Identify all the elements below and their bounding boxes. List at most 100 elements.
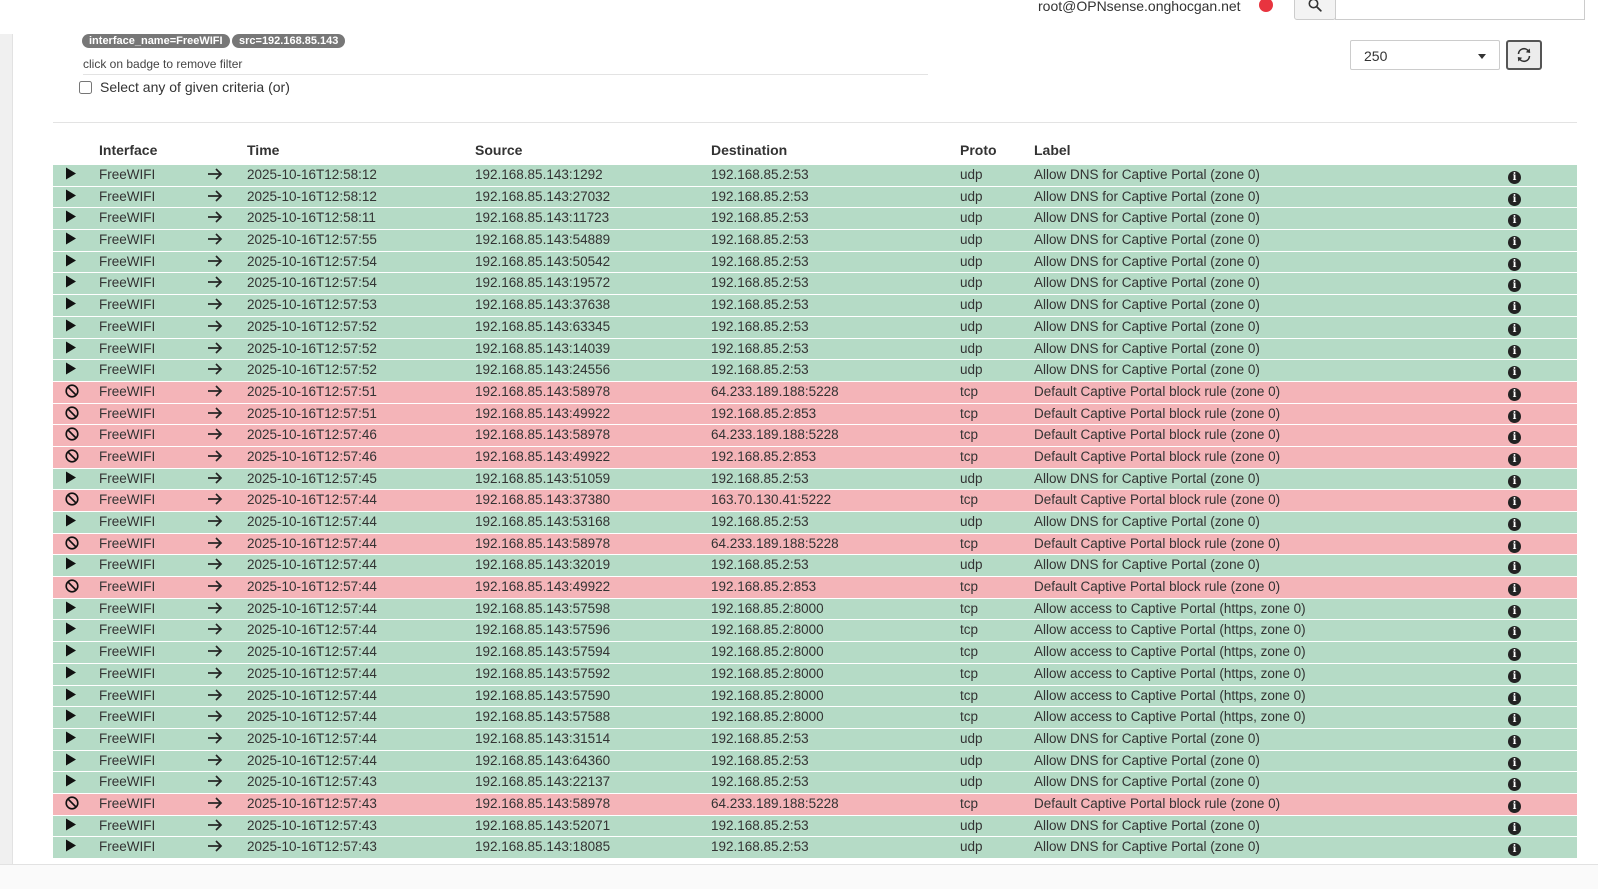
table-row[interactable]: FreeWIFI 2025-10-16T12:57:43 192.168.85.14…: [53, 836, 1577, 858]
cell-proto: udp: [960, 167, 983, 182]
cell-time: 2025-10-16T12:57:43: [247, 817, 377, 833]
table-row[interactable]: FreeWIFI 2025-10-16T12:57:44 192.168.85.14…: [53, 619, 1577, 642]
cell-source: 192.168.85.143:57594: [475, 644, 611, 660]
cell-source: 192.168.85.143:27032: [475, 188, 611, 204]
arrow-right-icon: [207, 406, 223, 423]
arrow-right-icon: [207, 449, 223, 466]
cell-proto: udp: [960, 514, 983, 529]
table-row[interactable]: FreeWIFI 2025-10-16T12:57:44 192.168.85.14…: [53, 684, 1577, 707]
table-row[interactable]: FreeWIFI 2025-10-16T12:57:44 192.168.85.14…: [53, 554, 1577, 577]
cell-destination: 192.168.85.2:8000: [711, 687, 824, 703]
cell-source: 192.168.85.143:37638: [475, 297, 611, 313]
column-header-time[interactable]: Time: [247, 142, 279, 158]
cell-time: 2025-10-16T12:58:12: [247, 188, 377, 204]
cell-time: 2025-10-16T12:57:44: [247, 709, 377, 725]
cell-time: 2025-10-16T12:57:54: [247, 253, 377, 269]
log-table: Interface Time Source Destination Proto …: [53, 138, 1577, 858]
cell-label: Allow DNS for Captive Portal (zone 0): [1034, 839, 1260, 855]
cell-time: 2025-10-16T12:57:44: [247, 492, 377, 508]
filter-badge-interface[interactable]: interface_name=FreeWIFI: [82, 34, 230, 48]
sidebar-edge: [0, 34, 13, 864]
cell-interface: FreeWIFI: [99, 210, 156, 226]
table-row[interactable]: FreeWIFI 2025-10-16T12:57:52 192.168.85.14…: [53, 359, 1577, 381]
arrow-right-icon: [207, 189, 223, 206]
table-row[interactable]: FreeWIFI 2025-10-16T12:57:52 192.168.85.14…: [53, 315, 1577, 338]
table-row[interactable]: FreeWIFI 2025-10-16T12:57:43 192.168.85.14…: [53, 792, 1577, 815]
cell-proto: udp: [960, 774, 983, 790]
table-row[interactable]: FreeWIFI 2025-10-16T12:57:46 192.168.85.14…: [53, 424, 1577, 446]
table-row[interactable]: FreeWIFI 2025-10-16T12:57:45 192.168.85.14…: [53, 467, 1577, 490]
cell-label: Allow DNS for Captive Portal (zone 0): [1034, 362, 1260, 378]
table-row[interactable]: FreeWIFI 2025-10-16T12:57:44 192.168.85.14…: [53, 511, 1577, 533]
cell-proto: tcp: [960, 709, 979, 725]
cell-label: Allow DNS for Captive Portal (zone 0): [1034, 817, 1260, 833]
cell-source: 192.168.85.143:50542: [475, 253, 611, 269]
refresh-button[interactable]: [1506, 40, 1542, 70]
column-header-label[interactable]: Label: [1034, 142, 1071, 158]
table-row[interactable]: FreeWIFI 2025-10-16T12:58:12 192.168.85.14…: [53, 164, 1577, 186]
cell-label: Allow access to Captive Portal (https, z…: [1034, 622, 1306, 638]
cell-destination: 192.168.85.2:53: [711, 232, 809, 248]
arrow-right-icon: [207, 254, 223, 271]
table-row[interactable]: FreeWIFI 2025-10-16T12:57:44 192.168.85.14…: [53, 749, 1577, 772]
user-menu[interactable]: root@OPNsense.onghocgan.net: [1038, 0, 1241, 14]
filter-badge-source[interactable]: src=192.168.85.143: [232, 34, 346, 48]
column-header-source[interactable]: Source: [475, 142, 522, 158]
table-row[interactable]: FreeWIFI 2025-10-16T12:57:44 192.168.85.14…: [53, 727, 1577, 750]
or-criteria-checkbox[interactable]: [79, 80, 92, 94]
table-row[interactable]: FreeWIFI 2025-10-16T12:57:44 192.168.85.14…: [53, 489, 1577, 511]
search-input[interactable]: [1335, 0, 1585, 20]
cell-destination: 192.168.85.2:8000: [711, 600, 824, 616]
play-icon: [65, 557, 77, 573]
cell-source: 192.168.85.143:19572: [475, 275, 611, 291]
arrow-right-icon: [207, 709, 223, 726]
cell-interface: FreeWIFI: [99, 340, 156, 356]
limit-select[interactable]: 250: [1350, 40, 1500, 70]
info-icon: i: [1508, 821, 1521, 835]
table-row[interactable]: FreeWIFI 2025-10-16T12:57:52 192.168.85.14…: [53, 337, 1577, 360]
table-row[interactable]: FreeWIFI 2025-10-16T12:58:11 192.168.85.14…: [53, 207, 1577, 230]
cell-label: Allow DNS for Captive Portal (zone 0): [1034, 297, 1260, 313]
table-row[interactable]: FreeWIFI 2025-10-16T12:57:44 192.168.85.14…: [53, 706, 1577, 728]
table-row[interactable]: FreeWIFI 2025-10-16T12:57:46 192.168.85.14…: [53, 445, 1577, 468]
cell-source: 192.168.85.143:24556: [475, 362, 611, 378]
cell-proto: udp: [960, 188, 983, 204]
info-icon: i: [1508, 301, 1521, 315]
column-header-interface[interactable]: Interface: [99, 142, 157, 158]
cell-destination: 192.168.85.2:53: [711, 318, 809, 334]
status-indicator[interactable]: [1259, 0, 1273, 12]
table-row[interactable]: FreeWIFI 2025-10-16T12:57:44 192.168.85.14…: [53, 662, 1577, 685]
table-row[interactable]: FreeWIFI 2025-10-16T12:57:43 192.168.85.14…: [53, 814, 1577, 837]
column-header-destination[interactable]: Destination: [711, 142, 787, 158]
cell-proto: udp: [960, 210, 983, 226]
info-icon: i: [1508, 539, 1521, 553]
table-row[interactable]: FreeWIFI 2025-10-16T12:57:44 192.168.85.14…: [53, 597, 1577, 620]
info-icon: i: [1508, 257, 1521, 271]
refresh-icon: [1517, 47, 1531, 63]
table-row[interactable]: FreeWIFI 2025-10-16T12:57:43 192.168.85.14…: [53, 771, 1577, 793]
info-icon: i: [1508, 474, 1521, 488]
table-row[interactable]: FreeWIFI 2025-10-16T12:57:54 192.168.85.14…: [53, 250, 1577, 273]
cell-label: Default Captive Portal block rule (zone …: [1034, 579, 1281, 595]
table-row[interactable]: FreeWIFI 2025-10-16T12:57:51 192.168.85.14…: [53, 402, 1577, 425]
table-row[interactable]: FreeWIFI 2025-10-16T12:57:54 192.168.85.14…: [53, 272, 1577, 295]
table-row[interactable]: FreeWIFI 2025-10-16T12:57:51 192.168.85.14…: [53, 380, 1577, 403]
table-row[interactable]: FreeWIFI 2025-10-16T12:57:55 192.168.85.14…: [53, 229, 1577, 251]
table-row[interactable]: FreeWIFI 2025-10-16T12:57:53 192.168.85.14…: [53, 294, 1577, 316]
search-button[interactable]: [1294, 0, 1336, 20]
cell-proto: udp: [960, 297, 983, 313]
cell-source: 192.168.85.143:37380: [475, 492, 611, 508]
info-icon: i: [1508, 431, 1521, 445]
cell-interface: FreeWIFI: [99, 427, 156, 443]
info-icon: i: [1508, 799, 1521, 813]
or-criteria-option[interactable]: Select any of given criteria (or): [79, 79, 290, 95]
table-row[interactable]: FreeWIFI 2025-10-16T12:57:44 192.168.85.14…: [53, 641, 1577, 663]
column-header-proto[interactable]: Proto: [960, 142, 997, 158]
cell-proto: tcp: [960, 535, 979, 551]
table-row[interactable]: FreeWIFI 2025-10-16T12:58:12 192.168.85.14…: [53, 185, 1577, 208]
table-row[interactable]: FreeWIFI 2025-10-16T12:57:44 192.168.85.14…: [53, 576, 1577, 598]
cell-source: 192.168.85.143:32019: [475, 557, 611, 573]
play-icon: [65, 210, 77, 226]
table-row[interactable]: FreeWIFI 2025-10-16T12:57:44 192.168.85.14…: [53, 532, 1577, 555]
cell-interface: FreeWIFI: [99, 492, 156, 508]
